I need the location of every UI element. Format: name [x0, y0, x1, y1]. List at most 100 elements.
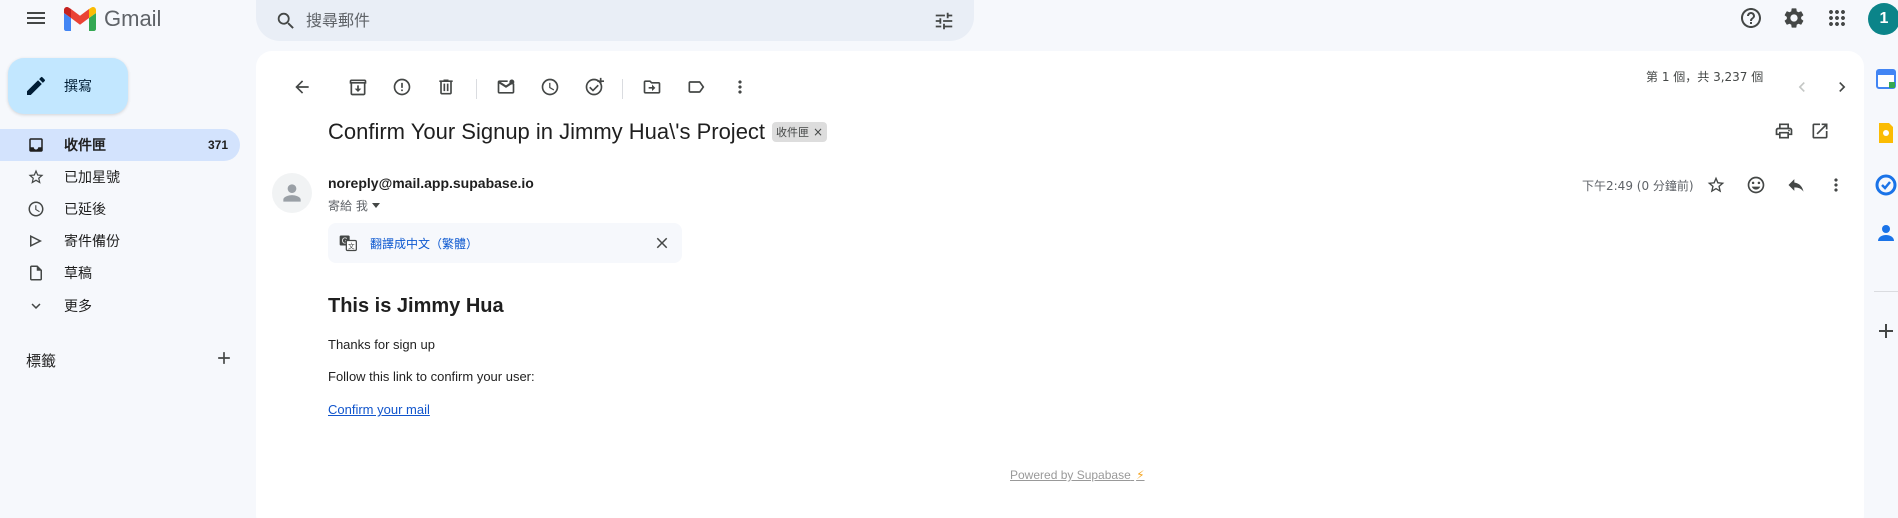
help-icon: [1741, 8, 1761, 28]
svg-text:文: 文: [348, 241, 355, 250]
message-time: 下午2:49 (0 分鐘前): [1582, 179, 1694, 193]
sidebar-item-label: 收件匣: [64, 138, 106, 154]
print-button[interactable]: [1764, 111, 1804, 151]
close-icon: [656, 237, 668, 249]
reply-icon: [1788, 179, 1804, 192]
confirm-mail-link[interactable]: Confirm your mail: [328, 402, 430, 417]
side-panel: [1864, 51, 1898, 518]
person-icon: [283, 184, 301, 202]
newer-button[interactable]: [1782, 67, 1822, 107]
arrow-back-icon: [295, 80, 309, 94]
labels-heading: 標籤: [26, 352, 57, 370]
search-input[interactable]: [306, 2, 924, 39]
gmail-m-icon: [64, 7, 96, 31]
caret-down-icon: [371, 203, 380, 208]
compose-button[interactable]: 撰寫: [8, 58, 128, 114]
search-options-button[interactable]: [924, 1, 964, 41]
more-vert-icon: [738, 80, 742, 94]
back-button[interactable]: [282, 67, 322, 107]
hamburger-menu-icon: [27, 12, 45, 24]
inbox-label-chip: 收件匣 ×: [772, 122, 828, 142]
snooze-button[interactable]: [530, 67, 570, 107]
more-vert-icon: [1834, 178, 1838, 192]
inbox-icon: [24, 133, 48, 157]
remove-label-icon[interactable]: ×: [813, 125, 823, 139]
search-icon: [277, 12, 294, 29]
apps-grid-icon: [1829, 10, 1845, 26]
clock-icon: [541, 78, 559, 96]
contacts-icon[interactable]: [1874, 221, 1898, 245]
sender-avatar: [272, 173, 312, 213]
tune-icon: [935, 12, 953, 29]
mark-unread-button[interactable]: [486, 67, 526, 107]
sidebar-item-label: 已加星號: [64, 170, 120, 186]
add-reaction-button[interactable]: [1736, 165, 1776, 205]
report-spam-button[interactable]: [382, 67, 422, 107]
sidebar-item-label: 寄件備份: [64, 234, 120, 250]
message-view: 第 1 個，共 3,237 個 Confirm Your Signup in J…: [256, 51, 1864, 518]
sender-email[interactable]: noreply@mail.app.supabase.io: [328, 175, 534, 191]
older-button[interactable]: [1822, 67, 1862, 107]
emoji-icon: [1747, 176, 1765, 194]
recipient-text: 寄給 我: [328, 199, 368, 213]
chevron-right-icon: [1839, 82, 1846, 92]
email-paragraph: Follow this link to confirm your user:: [328, 369, 535, 384]
sidebar-item-starred[interactable]: 已加星號: [0, 161, 240, 193]
email-paragraph: Thanks for sign up: [328, 337, 435, 352]
keep-icon[interactable]: [1874, 121, 1898, 145]
compose-label: 撰寫: [64, 79, 92, 95]
sidebar-item-label: 草稿: [64, 266, 92, 282]
open-in-new-window-button[interactable]: [1800, 111, 1840, 151]
plus-icon: [218, 352, 230, 364]
message-more-button[interactable]: [1816, 165, 1856, 205]
delete-button[interactable]: [426, 67, 466, 107]
google-apps-button[interactable]: [1817, 0, 1857, 38]
translate-link[interactable]: 翻譯成中文（繁體）: [370, 235, 648, 252]
labels-button[interactable]: [676, 67, 716, 107]
more-options-button[interactable]: [720, 67, 760, 107]
toolbar-divider: [622, 79, 623, 99]
powered-by-link[interactable]: Powered by Supabase ⚡: [1010, 468, 1145, 482]
close-translate-button[interactable]: [648, 229, 676, 257]
plus-icon[interactable]: [1874, 319, 1898, 343]
star-button[interactable]: [1696, 165, 1736, 205]
settings-button[interactable]: [1774, 0, 1814, 38]
powered-by-text: Powered by Supabase: [1010, 468, 1131, 482]
create-label-button[interactable]: [208, 342, 240, 374]
reply-button[interactable]: [1776, 165, 1816, 205]
trash-icon: [439, 79, 453, 95]
translate-bar: G 文 翻譯成中文（繁體）: [328, 223, 682, 263]
calendar-icon[interactable]: [1874, 67, 1898, 91]
sidebar-item-drafts[interactable]: 草稿: [0, 257, 240, 289]
archive-button[interactable]: [338, 67, 378, 107]
search-button[interactable]: [266, 1, 306, 41]
app-name: Gmail: [104, 6, 162, 31]
gear-icon: [1784, 8, 1804, 28]
archive-icon: [349, 79, 367, 96]
pencil-icon: [27, 76, 46, 95]
gmail-logo[interactable]: Gmail: [64, 3, 161, 35]
print-icon: [1775, 123, 1793, 139]
add-to-tasks-button[interactable]: [574, 67, 614, 107]
sidebar-item-snoozed[interactable]: 已延後: [0, 193, 240, 225]
draft-icon: [24, 261, 48, 285]
recipient-details[interactable]: 寄給 我: [328, 197, 380, 214]
pagination-text: 第 1 個，共 3,237 個: [1646, 70, 1764, 84]
support-button[interactable]: [1731, 0, 1771, 38]
tasks-icon[interactable]: [1874, 173, 1898, 197]
open-in-new-icon: [1812, 123, 1828, 139]
star-icon: [24, 165, 48, 189]
bolt-icon: ⚡: [1136, 468, 1145, 482]
sidebar-item-more[interactable]: 更多: [0, 290, 240, 322]
folder-move-icon: [643, 80, 661, 94]
unread-count: 371: [207, 138, 228, 152]
account-avatar[interactable]: 1: [1868, 3, 1898, 35]
email-heading: This is Jimmy Hua: [328, 295, 504, 317]
report-icon: [393, 78, 411, 96]
star-icon: [1707, 176, 1725, 193]
move-to-button[interactable]: [632, 67, 672, 107]
main-menu-button[interactable]: [16, 0, 56, 38]
sidebar-item-sent[interactable]: 寄件備份: [0, 225, 240, 257]
sidebar-item-inbox[interactable]: 收件匣 371: [0, 129, 240, 161]
sidebar-item-label: 已延後: [64, 202, 106, 218]
